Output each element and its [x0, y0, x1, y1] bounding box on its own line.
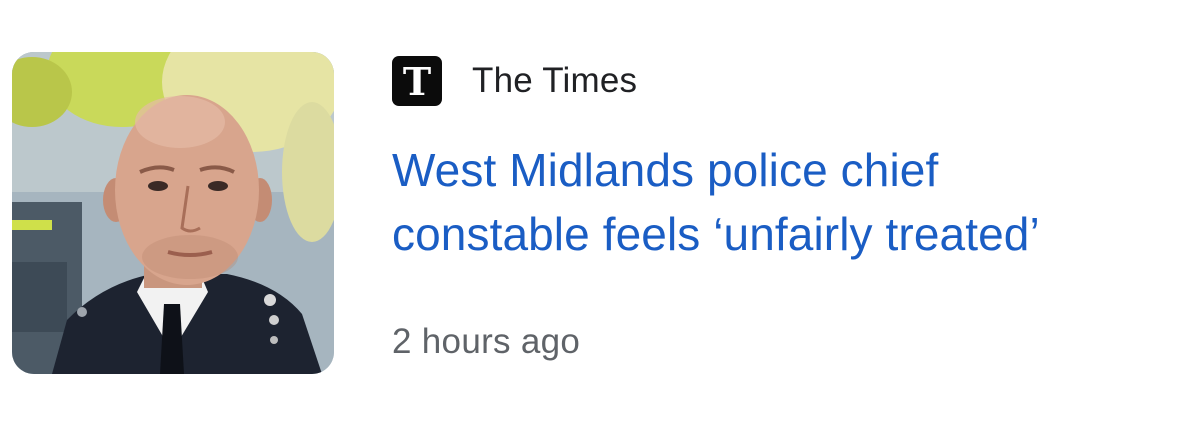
- source-logo-letter: T: [402, 59, 432, 104]
- news-article-card[interactable]: T The Times West Midlands police chief c…: [0, 0, 1200, 422]
- police-officer-photo: [12, 52, 334, 374]
- article-headline-link[interactable]: West Midlands police chief constable fee…: [392, 138, 1192, 266]
- source-name: The Times: [472, 61, 638, 100]
- headline-line-2: constable feels ‘unfairly treated’: [392, 208, 1040, 260]
- the-times-logo-icon: T: [392, 56, 442, 106]
- article-timestamp: 2 hours ago: [392, 322, 581, 361]
- article-thumbnail[interactable]: [12, 52, 334, 374]
- article-source[interactable]: T The Times: [392, 56, 637, 106]
- headline-line-1: West Midlands police chief: [392, 144, 939, 196]
